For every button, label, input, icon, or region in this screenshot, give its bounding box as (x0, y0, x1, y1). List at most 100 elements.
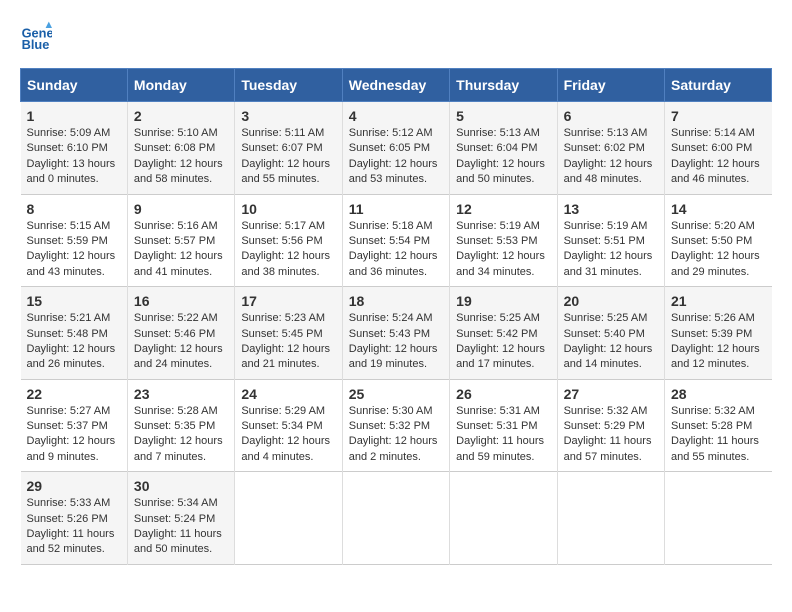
day-number: 16 (134, 293, 228, 309)
calendar-cell: 14 Sunrise: 5:20 AMSunset: 5:50 PMDayligh… (665, 194, 772, 287)
day-info: Sunrise: 5:13 AMSunset: 6:04 PMDaylight:… (456, 126, 550, 188)
weekday-header-friday: Friday (557, 69, 664, 102)
day-number: 25 (349, 386, 443, 402)
weekday-header-saturday: Saturday (665, 69, 772, 102)
weekday-header-wednesday: Wednesday (342, 69, 449, 102)
day-info: Sunrise: 5:31 AMSunset: 5:31 PMDaylight:… (456, 404, 550, 466)
calendar-cell: 30 Sunrise: 5:34 AMSunset: 5:24 PMDayligh… (127, 472, 234, 565)
day-info: Sunrise: 5:34 AMSunset: 5:24 PMDaylight:… (134, 496, 228, 558)
calendar-cell: 4 Sunrise: 5:12 AMSunset: 6:05 PMDaylight… (342, 102, 449, 195)
calendar-cell: 19 Sunrise: 5:25 AMSunset: 5:42 PMDayligh… (450, 287, 557, 380)
day-info: Sunrise: 5:15 AMSunset: 5:59 PMDaylight:… (27, 219, 121, 281)
day-number: 30 (134, 478, 228, 494)
logo: General Blue (20, 20, 56, 52)
calendar-cell (235, 472, 342, 565)
day-info: Sunrise: 5:29 AMSunset: 5:34 PMDaylight:… (241, 404, 335, 466)
day-info: Sunrise: 5:28 AMSunset: 5:35 PMDaylight:… (134, 404, 228, 466)
day-number: 22 (27, 386, 121, 402)
calendar-cell: 8 Sunrise: 5:15 AMSunset: 5:59 PMDaylight… (21, 194, 128, 287)
day-info: Sunrise: 5:11 AMSunset: 6:07 PMDaylight:… (241, 126, 335, 188)
weekday-header-tuesday: Tuesday (235, 69, 342, 102)
week-row-3: 15 Sunrise: 5:21 AMSunset: 5:48 PMDayligh… (21, 287, 772, 380)
day-info: Sunrise: 5:21 AMSunset: 5:48 PMDaylight:… (27, 311, 121, 373)
day-info: Sunrise: 5:33 AMSunset: 5:26 PMDaylight:… (27, 496, 121, 558)
day-info: Sunrise: 5:32 AMSunset: 5:29 PMDaylight:… (564, 404, 658, 466)
calendar-cell (557, 472, 664, 565)
weekday-header-row: SundayMondayTuesdayWednesdayThursdayFrid… (21, 69, 772, 102)
day-number: 8 (27, 201, 121, 217)
day-info: Sunrise: 5:19 AMSunset: 5:53 PMDaylight:… (456, 219, 550, 281)
day-info: Sunrise: 5:17 AMSunset: 5:56 PMDaylight:… (241, 219, 335, 281)
calendar-cell: 7 Sunrise: 5:14 AMSunset: 6:00 PMDaylight… (665, 102, 772, 195)
day-info: Sunrise: 5:20 AMSunset: 5:50 PMDaylight:… (671, 219, 765, 281)
day-number: 23 (134, 386, 228, 402)
calendar-cell: 12 Sunrise: 5:19 AMSunset: 5:53 PMDayligh… (450, 194, 557, 287)
calendar-cell: 23 Sunrise: 5:28 AMSunset: 5:35 PMDayligh… (127, 379, 234, 472)
day-info: Sunrise: 5:13 AMSunset: 6:02 PMDaylight:… (564, 126, 658, 188)
day-number: 2 (134, 108, 228, 124)
day-info: Sunrise: 5:09 AMSunset: 6:10 PMDaylight:… (27, 126, 121, 188)
day-info: Sunrise: 5:18 AMSunset: 5:54 PMDaylight:… (349, 219, 443, 281)
day-info: Sunrise: 5:24 AMSunset: 5:43 PMDaylight:… (349, 311, 443, 373)
calendar-cell: 21Sunrise: 5:26 AMSunset: 5:39 PMDayligh… (665, 287, 772, 380)
calendar-cell: 25Sunrise: 5:30 AMSunset: 5:32 PMDayligh… (342, 379, 449, 472)
calendar-cell: 6Sunrise: 5:13 AMSunset: 6:02 PMDaylight… (557, 102, 664, 195)
calendar-cell (342, 472, 449, 565)
calendar-cell: 20 Sunrise: 5:25 AMSunset: 5:40 PMDayligh… (557, 287, 664, 380)
day-number: 5 (456, 108, 550, 124)
day-number: 1 (27, 108, 121, 124)
calendar-table: SundayMondayTuesdayWednesdayThursdayFrid… (20, 68, 772, 565)
calendar-cell: 15 Sunrise: 5:21 AMSunset: 5:48 PMDayligh… (21, 287, 128, 380)
week-row-5: 29 Sunrise: 5:33 AMSunset: 5:26 PMDayligh… (21, 472, 772, 565)
calendar-cell: 10 Sunrise: 5:17 AMSunset: 5:56 PMDayligh… (235, 194, 342, 287)
day-number: 12 (456, 201, 550, 217)
calendar-cell: 24 Sunrise: 5:29 AMSunset: 5:34 PMDayligh… (235, 379, 342, 472)
calendar-cell: 3 Sunrise: 5:11 AMSunset: 6:07 PMDaylight… (235, 102, 342, 195)
weekday-header-monday: Monday (127, 69, 234, 102)
calendar-cell: 29 Sunrise: 5:33 AMSunset: 5:26 PMDayligh… (21, 472, 128, 565)
calendar-cell (450, 472, 557, 565)
day-number: 14 (671, 201, 765, 217)
day-number: 7 (671, 108, 765, 124)
day-info: Sunrise: 5:14 AMSunset: 6:00 PMDaylight:… (671, 126, 765, 188)
day-info: Sunrise: 5:27 AMSunset: 5:37 PMDaylight:… (27, 404, 121, 466)
day-number: 9 (134, 201, 228, 217)
page-header: General Blue (20, 20, 772, 52)
day-info: Sunrise: 5:25 AMSunset: 5:40 PMDaylight:… (564, 311, 658, 373)
svg-text:Blue: Blue (22, 37, 50, 52)
calendar-cell: 16 Sunrise: 5:22 AMSunset: 5:46 PMDayligh… (127, 287, 234, 380)
day-number: 3 (241, 108, 335, 124)
day-number: 13 (564, 201, 658, 217)
calendar-cell: 22 Sunrise: 5:27 AMSunset: 5:37 PMDayligh… (21, 379, 128, 472)
day-info: Sunrise: 5:25 AMSunset: 5:42 PMDaylight:… (456, 311, 550, 373)
weekday-header-sunday: Sunday (21, 69, 128, 102)
day-number: 26 (456, 386, 550, 402)
weekday-header-thursday: Thursday (450, 69, 557, 102)
day-number: 20 (564, 293, 658, 309)
calendar-cell: 27Sunrise: 5:32 AMSunset: 5:29 PMDayligh… (557, 379, 664, 472)
week-row-4: 22 Sunrise: 5:27 AMSunset: 5:37 PMDayligh… (21, 379, 772, 472)
day-number: 28 (671, 386, 765, 402)
week-row-1: 1 Sunrise: 5:09 AMSunset: 6:10 PMDaylight… (21, 102, 772, 195)
day-number: 24 (241, 386, 335, 402)
logo-icon: General Blue (20, 20, 52, 52)
calendar-cell: 18 Sunrise: 5:24 AMSunset: 5:43 PMDayligh… (342, 287, 449, 380)
day-number: 15 (27, 293, 121, 309)
day-info: Sunrise: 5:22 AMSunset: 5:46 PMDaylight:… (134, 311, 228, 373)
day-number: 11 (349, 201, 443, 217)
calendar-cell: 26 Sunrise: 5:31 AMSunset: 5:31 PMDayligh… (450, 379, 557, 472)
calendar-cell: 1 Sunrise: 5:09 AMSunset: 6:10 PMDaylight… (21, 102, 128, 195)
day-info: Sunrise: 5:16 AMSunset: 5:57 PMDaylight:… (134, 219, 228, 281)
day-info: Sunrise: 5:26 AMSunset: 5:39 PMDaylight:… (671, 311, 765, 373)
day-info: Sunrise: 5:12 AMSunset: 6:05 PMDaylight:… (349, 126, 443, 188)
day-number: 10 (241, 201, 335, 217)
day-number: 4 (349, 108, 443, 124)
day-info: Sunrise: 5:32 AMSunset: 5:28 PMDaylight:… (671, 404, 765, 466)
day-number: 29 (27, 478, 121, 494)
calendar-cell (665, 472, 772, 565)
day-number: 19 (456, 293, 550, 309)
week-row-2: 8 Sunrise: 5:15 AMSunset: 5:59 PMDaylight… (21, 194, 772, 287)
day-number: 18 (349, 293, 443, 309)
calendar-cell: 28 Sunrise: 5:32 AMSunset: 5:28 PMDayligh… (665, 379, 772, 472)
calendar-cell: 13Sunrise: 5:19 AMSunset: 5:51 PMDayligh… (557, 194, 664, 287)
